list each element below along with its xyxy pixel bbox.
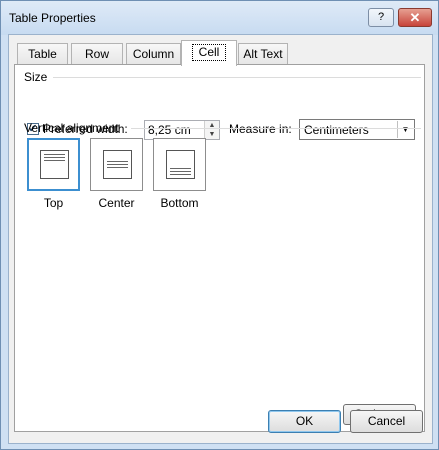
measure-in-value: Centimeters <box>304 123 369 137</box>
tab-table[interactable]: Table <box>17 43 68 65</box>
ok-button[interactable]: OK <box>268 410 341 433</box>
help-button[interactable]: ? <box>368 8 394 27</box>
preferred-width-spinner[interactable]: 8,25 cm ▲ ▼ <box>144 120 220 140</box>
chevron-down-icon[interactable]: ▼ <box>397 121 413 138</box>
vertical-alignment-separator <box>131 128 421 129</box>
align-bottom-button[interactable] <box>153 138 206 191</box>
dialog-body: Table Row Column Cell Alt Text Size ✓ Pr… <box>8 34 433 444</box>
tab-alt-text[interactable]: Alt Text <box>238 43 288 65</box>
tab-column[interactable]: Column <box>126 43 181 65</box>
cancel-button[interactable]: Cancel <box>350 410 423 433</box>
align-center-label: Center <box>98 196 135 210</box>
align-bottom-label: Bottom <box>160 196 199 210</box>
size-group-label: Size <box>24 70 48 84</box>
align-top-label: Top <box>43 196 64 210</box>
measure-in-label: Measure in: <box>229 122 292 136</box>
title-bar[interactable]: Table Properties ? ✕ <box>1 1 438 35</box>
preferred-width-value[interactable]: 8,25 cm <box>148 123 191 137</box>
cell-tab-panel: Size ✓ Preferred width: 8,25 cm ▲ ▼ Meas… <box>14 64 425 432</box>
tab-row[interactable]: Row <box>71 43 123 65</box>
measure-in-dropdown[interactable]: Centimeters ▼ <box>299 119 415 140</box>
align-bottom-icon <box>166 150 195 179</box>
align-center-icon <box>103 150 132 179</box>
tab-cell-label: Cell <box>191 44 227 61</box>
dialog-title: Table Properties <box>9 11 96 25</box>
table-properties-dialog: Table Properties ? ✕ Table Row Column Ce… <box>0 0 439 450</box>
align-top-button[interactable] <box>27 138 80 191</box>
tab-cell[interactable]: Cell <box>181 40 237 66</box>
vertical-alignment-group-label: Vertical alignment <box>24 121 119 135</box>
spin-down-icon[interactable]: ▼ <box>205 130 219 139</box>
align-center-button[interactable] <box>90 138 143 191</box>
align-top-icon <box>40 150 69 179</box>
close-button[interactable]: ✕ <box>398 8 432 27</box>
spinner-buttons: ▲ ▼ <box>204 121 219 139</box>
size-separator <box>53 77 421 78</box>
